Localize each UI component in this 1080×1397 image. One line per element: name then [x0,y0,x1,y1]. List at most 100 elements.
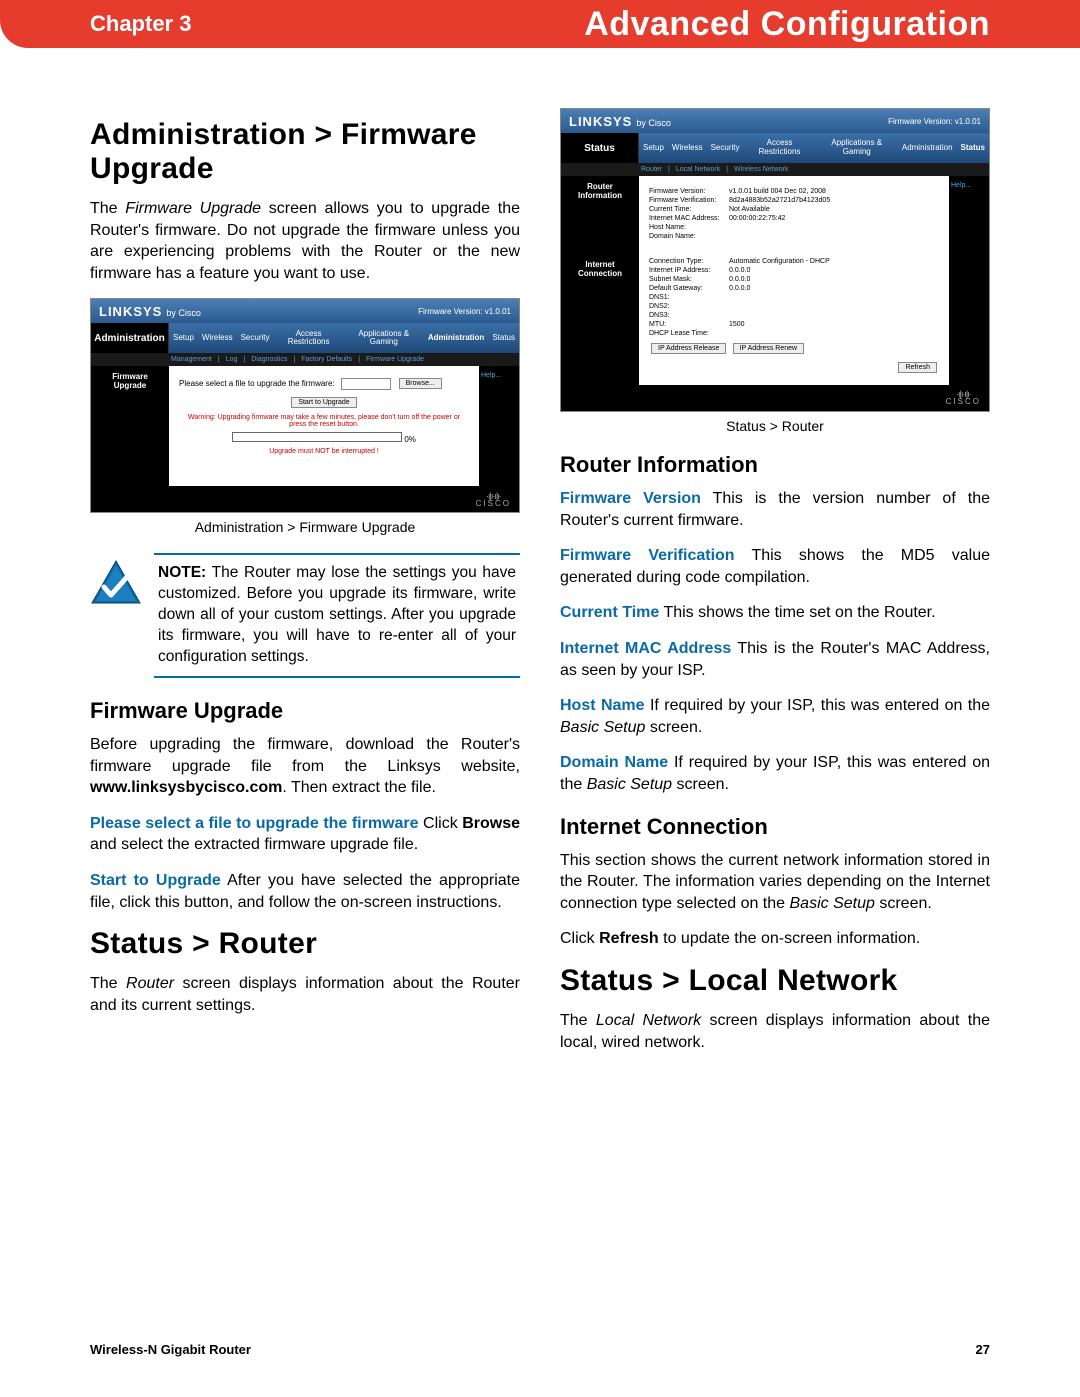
left-column: Administration > Firmware Upgrade The Fi… [90,108,520,1067]
key: Current Time: [649,206,729,213]
brand-logo: LINKSYSby Cisco [99,304,201,319]
browse-button[interactable]: Browse... [399,378,442,389]
help-link[interactable]: Help... [479,366,519,486]
subnav-item[interactable]: Diagnostics [251,356,287,363]
panel-nav: Administration Setup Wireless Security A… [91,323,519,353]
table-row: Default Gateway:0.0.0.0 [649,285,939,292]
text-italic: Basic Setup [790,895,875,912]
lead-label: Firmware Version [560,490,701,507]
help-link[interactable]: Help... [949,176,989,385]
tab-access[interactable]: Access Restrictions [273,330,343,348]
note-box: NOTE: The Router may lose the settings y… [90,553,520,678]
text-italic: Basic Setup [560,719,645,736]
tab-apps[interactable]: Applications & Gaming [344,330,424,348]
text-italic: Local Network [596,1012,701,1029]
nav-section: Administration [91,323,169,353]
tab-administration[interactable]: Administration [424,334,488,343]
tab-wireless[interactable]: Wireless [668,144,707,153]
tab-access[interactable]: Access Restrictions [743,139,815,157]
table-row: Internet IP Address:0.0.0.0 [649,267,939,274]
sep: | [668,166,670,173]
warning-text: Warning: Upgrading firmware may take a f… [179,414,469,428]
start-upgrade-button[interactable]: Start to Upgrade [291,397,356,408]
paragraph-download: Before upgrading the firmware, download … [90,734,520,799]
panel-body: Router Information Internet Connection F… [561,176,989,385]
refresh-button[interactable]: Refresh [898,362,937,373]
text: This shows the time set on the Router. [659,604,935,621]
table-row: MTU:1500 [649,321,939,328]
progress-percent: 0% [404,435,416,444]
value: 00:00:00:22:75:42 [729,215,939,222]
lead-label: Host Name [560,697,645,714]
text: . Then extract the file. [282,779,436,796]
table-row: DNS1: [649,294,939,301]
text: screen. [672,776,729,793]
tab-status[interactable]: Status [957,144,989,153]
panel-main: Please select a file to upgrade the firm… [169,366,479,486]
key: Subnet Mask: [649,276,729,283]
text: Click [560,930,599,947]
intro-paragraph: The Firmware Upgrade screen allows you t… [90,198,520,284]
value: 1500 [729,321,939,328]
brand-sub: by Cisco [636,118,671,128]
ip-renew-button[interactable]: IP Address Renew [733,343,804,354]
tab-wireless[interactable]: Wireless [198,334,237,343]
tab-security[interactable]: Security [237,334,274,343]
lead-label: Domain Name [560,754,668,771]
tab-administration[interactable]: Administration [898,144,957,153]
heading-status-local-network: Status > Local Network [560,964,990,998]
table-row: DHCP Lease Time: [649,330,939,337]
heading-router-information: Router Information [560,452,990,478]
cisco-logo-icon: ·ı|ı·ı|ı·CISCO [946,390,981,405]
heading-admin-firmware: Administration > Firmware Upgrade [90,118,520,186]
note-label: NOTE: [158,564,206,581]
tab-security[interactable]: Security [707,144,744,153]
file-input[interactable] [341,378,391,390]
subnav-item[interactable]: Firmware Upgrade [366,356,424,363]
brand-logo: LINKSYSby Cisco [569,114,671,129]
heading-firmware-upgrade-sub: Firmware Upgrade [90,698,520,724]
key: DNS1: [649,294,729,301]
tab-setup[interactable]: Setup [639,144,668,153]
text-italic: Firmware Upgrade [125,200,261,217]
lead-label: Firmware Verification [560,547,735,564]
paragraph-select-file: Please select a file to upgrade the firm… [90,813,520,856]
caption-firmware: Administration > Firmware Upgrade [90,519,520,535]
text-bold: Refresh [599,930,659,947]
subnav-item[interactable]: Log [226,356,238,363]
lead-label: Current Time [560,604,659,621]
text: If required by your ISP, this was entere… [645,697,990,714]
text: The [90,200,125,217]
ip-release-button[interactable]: IP Address Release [651,343,726,354]
text: to update the on-screen information. [659,930,921,947]
panel-body: Firmware Upgrade Please select a file to… [91,366,519,486]
subnav-item[interactable]: Management [171,356,212,363]
tab-status[interactable]: Status [488,334,519,343]
tab-setup[interactable]: Setup [169,334,198,343]
page-header: Chapter 3 Advanced Configuration [0,0,1080,48]
subnav-item[interactable]: Local Network [676,166,720,173]
key: DNS2: [649,303,729,310]
lead-label: Internet MAC Address [560,640,731,657]
tab-apps[interactable]: Applications & Gaming [816,139,898,157]
table-row: DNS3: [649,312,939,319]
paragraph-start-upgrade: Start to Upgrade After you have selected… [90,870,520,913]
brand-text: LINKSYS [99,304,162,319]
caption-status-router: Status > Router [560,418,990,434]
note-text: The Router may lose the settings you hav… [158,564,516,665]
progress-bar [232,432,402,442]
screenshot-firmware-upgrade: LINKSYSby Cisco Firmware Version: v1.0.0… [90,298,520,513]
table-row: Firmware Version:v1.0.01 build 004 Dec 0… [649,188,939,195]
key: DHCP Lease Time: [649,330,729,337]
subnav-item[interactable]: Factory Defaults [301,356,352,363]
sep: | [218,356,220,363]
subnav-item[interactable]: Router [641,166,662,173]
nav-section: Status [561,133,639,163]
subnav-item[interactable]: Wireless Network [734,166,788,173]
note-content: NOTE: The Router may lose the settings y… [154,553,520,678]
chapter-label: Chapter 3 [0,11,191,37]
firmware-version-label: Firmware Version: v1.0.01 [888,117,981,126]
panel-main: Firmware Version:v1.0.01 build 004 Dec 0… [639,176,949,385]
panel-footer: ·ı|ı·ı|ı·CISCO [561,385,989,411]
panel-footer: ·ı|ı·ı|ı·CISCO [91,486,519,512]
